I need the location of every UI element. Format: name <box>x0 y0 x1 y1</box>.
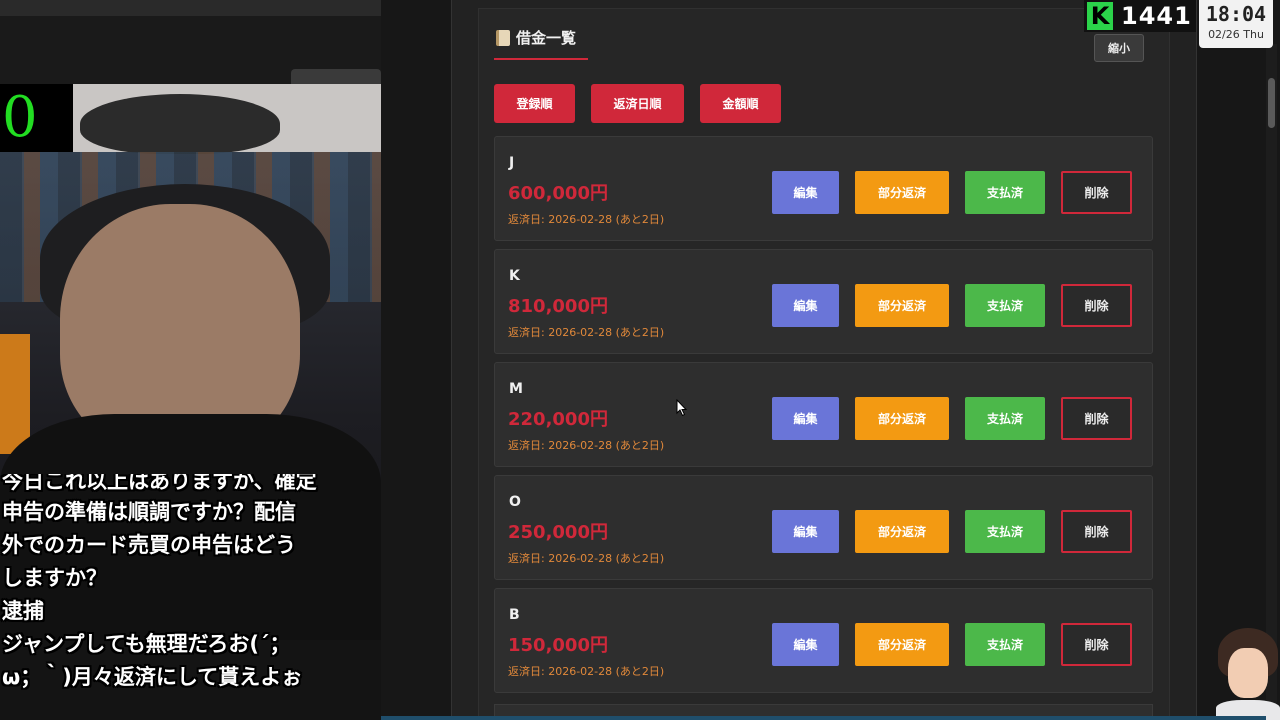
chat-line: 逮捕 <box>2 599 44 623</box>
sort-by-amount-button[interactable]: 金額順 <box>700 84 781 123</box>
title-underline <box>494 58 588 60</box>
debt-amount: 220,000円 <box>508 409 608 430</box>
chat-line: ω；｀)月々返済にして貰えよぉ <box>2 665 303 689</box>
screen: 0 今日これ以上はありますか、確定 申告の準備は順調ですか？配信 外でのカード売… <box>0 0 1280 720</box>
debt-row: O 250,000円 返済日: 2026-02-28 (あと2日) 編集 部分返… <box>494 475 1153 580</box>
foreground-hair <box>80 94 280 154</box>
delete-button[interactable]: 削除 <box>1061 510 1132 553</box>
delete-button[interactable]: 削除 <box>1061 397 1132 440</box>
debt-amount: 150,000円 <box>508 635 608 656</box>
mark-paid-button[interactable]: 支払済 <box>965 171 1045 214</box>
debt-amount: 250,000円 <box>508 522 608 543</box>
mark-paid-button[interactable]: 支払済 <box>965 623 1045 666</box>
obs-source-area <box>0 0 381 84</box>
partial-repay-button[interactable]: 部分返済 <box>855 171 949 214</box>
gaming-chair <box>0 334 30 454</box>
debt-due-date: 返済日: 2026-02-28 (あと2日) <box>508 213 665 226</box>
window-tab <box>291 69 381 84</box>
kick-logo-icon: K <box>1087 2 1113 30</box>
delete-button[interactable]: 削除 <box>1061 623 1132 666</box>
debt-name: K <box>509 268 520 284</box>
partial-repay-button[interactable]: 部分返済 <box>855 510 949 553</box>
shrink-button[interactable]: 縮小 <box>1094 34 1144 62</box>
edit-button[interactable]: 編集 <box>772 284 839 327</box>
sort-by-due-date-button[interactable]: 返済日順 <box>591 84 684 123</box>
debt-name: J <box>509 155 515 171</box>
debt-due-date: 返済日: 2026-02-28 (あと2日) <box>508 665 665 678</box>
chat-overlay: 今日これ以上はありますか、確定 申告の準備は順調ですか？配信 外でのカード売買の… <box>0 474 381 694</box>
edit-button[interactable]: 編集 <box>772 510 839 553</box>
partial-repay-button[interactable]: 部分返済 <box>855 284 949 327</box>
partial-repay-button[interactable]: 部分返済 <box>855 623 949 666</box>
chat-line: 申告の準備は順調ですか？配信 <box>2 500 296 524</box>
top-strip <box>0 0 381 16</box>
bottom-accent-line <box>381 716 1266 720</box>
avatar-face <box>1228 648 1268 698</box>
debt-row: J 600,000円 返済日: 2026-02-28 (あと2日) 編集 部分返… <box>494 136 1153 241</box>
edit-button[interactable]: 編集 <box>772 623 839 666</box>
page-scrollbar[interactable] <box>1266 44 1277 720</box>
clock-time: 18:04 <box>1205 2 1267 26</box>
chat-line-partial: 今日これ以上はありますか、確定 <box>2 474 317 493</box>
partial-repay-button[interactable]: 部分返済 <box>855 397 949 440</box>
card-title: 借金一覧 <box>496 27 576 48</box>
debt-name: B <box>509 607 520 623</box>
mouse-cursor-icon <box>676 398 688 421</box>
edit-button[interactable]: 編集 <box>772 171 839 214</box>
viewer-count: 1441 <box>1121 2 1192 30</box>
sort-by-registration-button[interactable]: 登録順 <box>494 84 575 123</box>
mark-paid-button[interactable]: 支払済 <box>965 510 1045 553</box>
edit-button[interactable]: 編集 <box>772 397 839 440</box>
debt-amount: 810,000円 <box>508 296 608 317</box>
mark-paid-button[interactable]: 支払済 <box>965 397 1045 440</box>
scrollbar-thumb[interactable] <box>1268 78 1275 128</box>
chat-line: 外でのカード売買の申告はどう <box>2 533 296 557</box>
debt-row: M 220,000円 返済日: 2026-02-28 (あと2日) 編集 部分返… <box>494 362 1153 467</box>
debt-name: O <box>509 494 521 510</box>
avatar <box>1216 626 1280 720</box>
chat-line: しますか？ <box>2 566 107 590</box>
clock-date: 02/26 Thu <box>1208 28 1264 41</box>
debt-row: K 810,000円 返済日: 2026-02-28 (あと2日) 編集 部分返… <box>494 249 1153 354</box>
debt-due-date: 返済日: 2026-02-28 (あと2日) <box>508 326 665 339</box>
debt-amount: 600,000円 <box>508 183 608 204</box>
debt-name: M <box>509 381 523 397</box>
clock-widget: 18:04 02/26 Thu <box>1199 0 1273 48</box>
mark-paid-button[interactable]: 支払済 <box>965 284 1045 327</box>
card-title-text: 借金一覧 <box>516 29 577 47</box>
scroll-icon <box>496 29 510 46</box>
delete-button[interactable]: 削除 <box>1061 284 1132 327</box>
debt-due-date: 返済日: 2026-02-28 (あと2日) <box>508 552 665 565</box>
debt-row: B 150,000円 返済日: 2026-02-28 (あと2日) 編集 部分返… <box>494 588 1153 693</box>
delete-button[interactable]: 削除 <box>1061 171 1132 214</box>
viewer-count-badge: K 1441 <box>1084 0 1196 32</box>
debt-due-date: 返済日: 2026-02-28 (あと2日) <box>508 439 665 452</box>
counter-value: 0 <box>2 85 38 150</box>
chat-line: ジャンプしても無理だろお(´； <box>2 632 291 656</box>
